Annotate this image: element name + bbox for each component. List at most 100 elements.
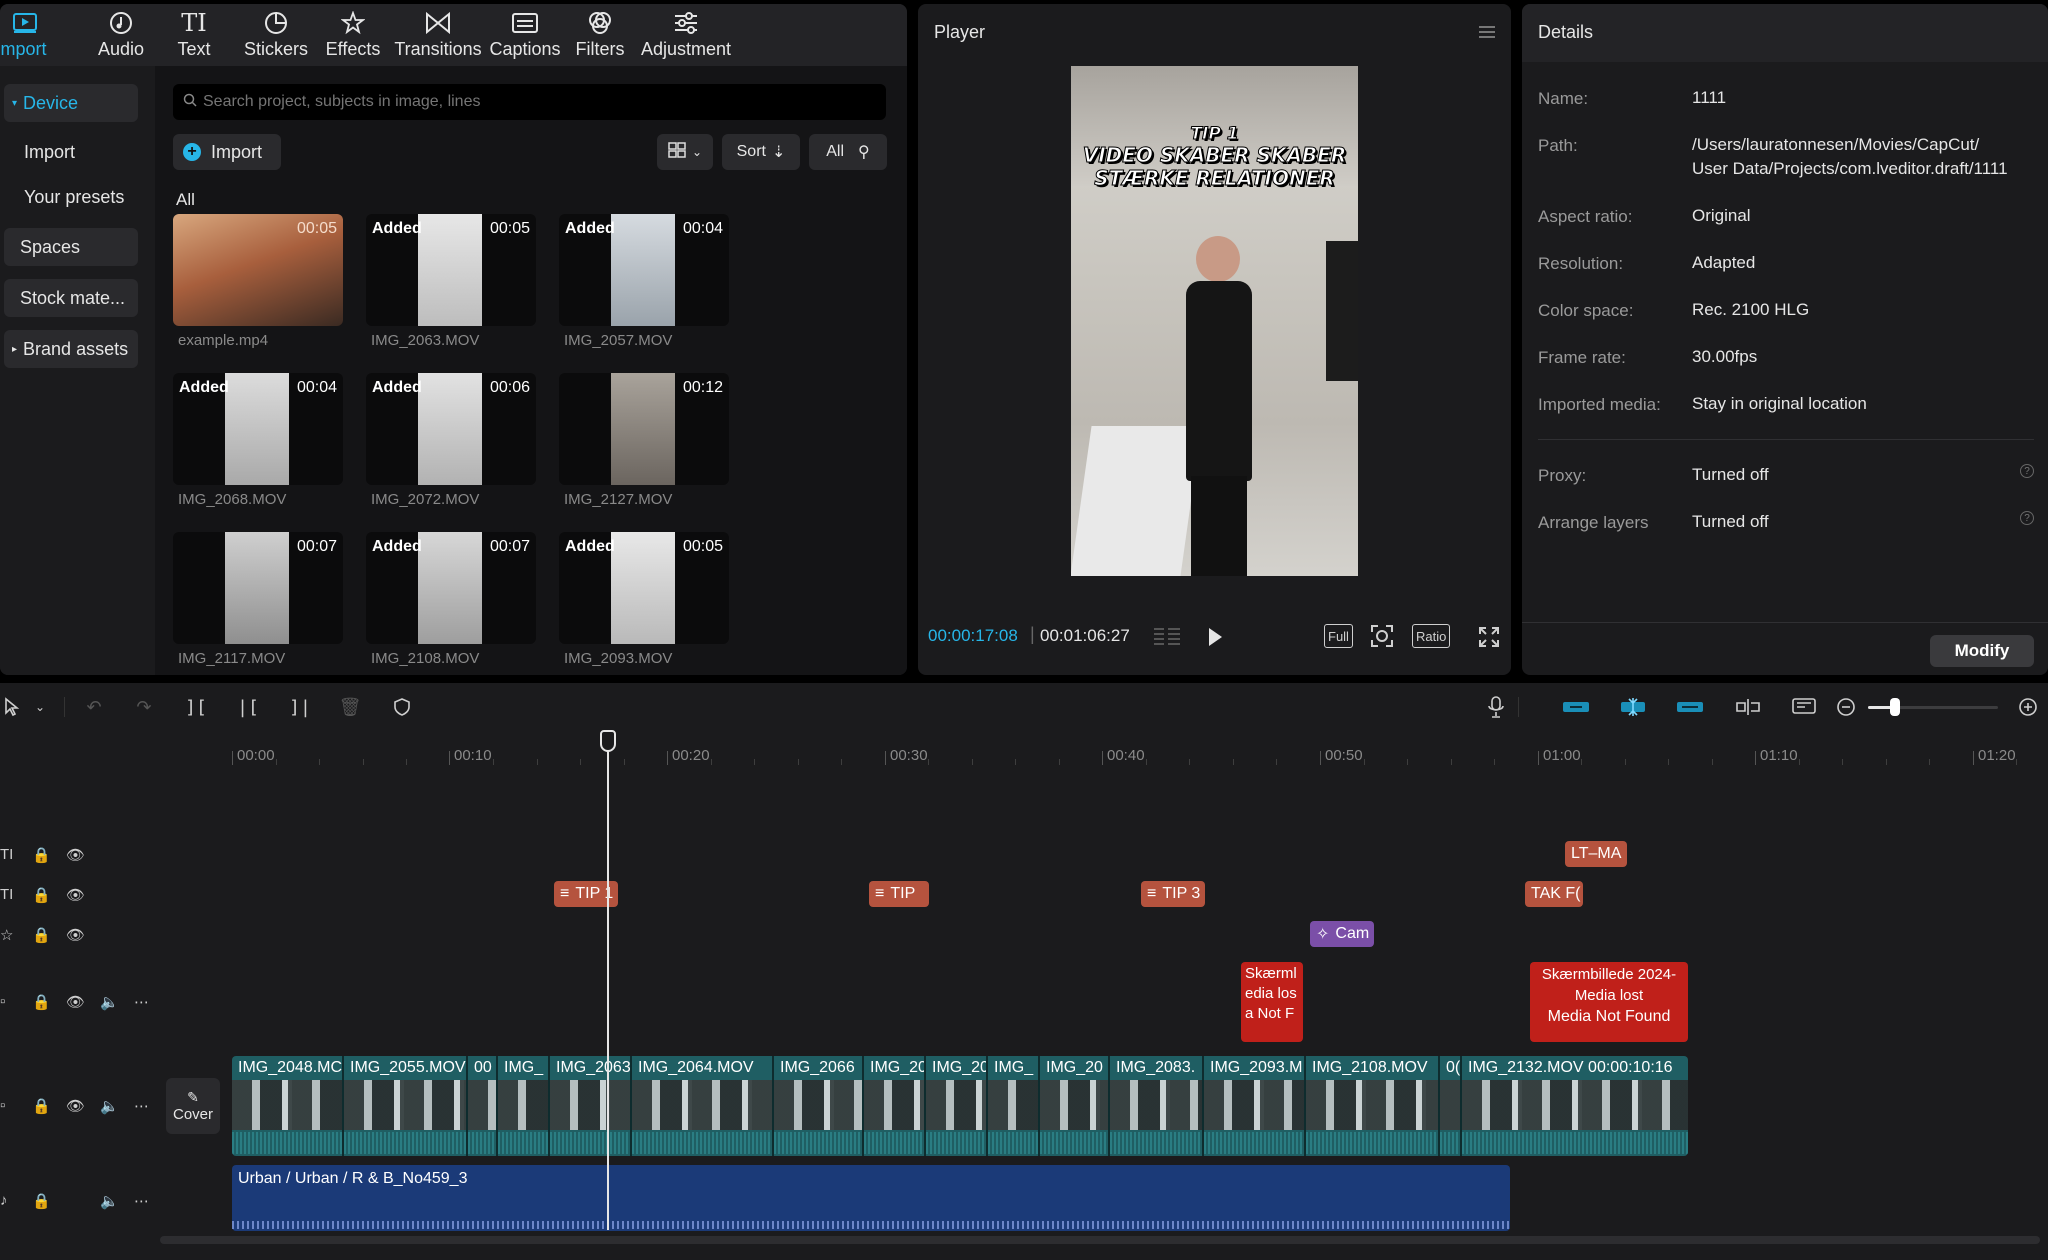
- volume-icon[interactable]: 🔈: [100, 1097, 119, 1115]
- text-clip[interactable]: TAK F(: [1525, 881, 1583, 907]
- video-clip[interactable]: IMG_2063: [550, 1056, 632, 1156]
- missing-media-clip[interactable]: Skærml edia los a Not F: [1241, 962, 1303, 1042]
- ratio-button[interactable]: Ratio: [1412, 624, 1451, 648]
- fullscreen-icon[interactable]: [1478, 626, 1500, 653]
- zoom-in-icon[interactable]: [2016, 695, 2040, 719]
- eye-icon[interactable]: 👁: [66, 846, 85, 864]
- microphone-icon[interactable]: [1484, 695, 1508, 719]
- time-ruler[interactable]: 00:00 00:10 00:20 00:30 00:40 00:50 01:0…: [0, 731, 2048, 771]
- eye-icon[interactable]: 👁: [66, 993, 85, 1011]
- shield-icon[interactable]: [390, 695, 414, 719]
- tab-audio[interactable]: Audio: [86, 4, 156, 66]
- media-item[interactable]: Added 00:07: [366, 532, 536, 644]
- tab-effects[interactable]: Effects: [320, 4, 386, 66]
- media-item[interactable]: 00:05: [173, 214, 343, 326]
- video-clip[interactable]: 0(: [1440, 1056, 1462, 1156]
- eye-icon[interactable]: 👁: [66, 886, 85, 904]
- help-icon[interactable]: ?: [2020, 464, 2034, 478]
- play-button[interactable]: [1206, 626, 1224, 653]
- video-clip[interactable]: 00: [468, 1056, 498, 1156]
- import-button[interactable]: + Import: [173, 134, 281, 170]
- video-clip[interactable]: IMG_2064.MOV: [632, 1056, 774, 1156]
- text-clip[interactable]: ≡ TIP 3: [1141, 881, 1205, 907]
- missing-media-clip[interactable]: Skærmbillede 2024- Media lost Media Not …: [1530, 962, 1688, 1042]
- link-main-track-icon[interactable]: [1562, 695, 1590, 719]
- view-mode-button[interactable]: ⌄: [657, 134, 713, 170]
- video-clip[interactable]: IMG_: [988, 1056, 1040, 1156]
- magnet-icon[interactable]: [1619, 695, 1647, 719]
- split-icon[interactable]: ][: [184, 695, 208, 719]
- tab-import[interactable]: Import: [0, 4, 50, 66]
- playhead[interactable]: [607, 733, 609, 1230]
- media-item[interactable]: 00:12: [559, 373, 729, 485]
- text-clip[interactable]: ≡ TIP: [869, 881, 929, 907]
- help-icon[interactable]: ?: [2020, 511, 2034, 525]
- media-item[interactable]: Added 00:04: [559, 214, 729, 326]
- video-clip[interactable]: IMG_20: [926, 1056, 988, 1156]
- media-item[interactable]: Added 00:04: [173, 373, 343, 485]
- sidebar-item-brand-assets[interactable]: ▸ Brand assets: [4, 330, 138, 368]
- video-clip[interactable]: IMG_20: [1040, 1056, 1110, 1156]
- audio-clip[interactable]: Urban / Urban / R & B_No459_3: [232, 1165, 1510, 1231]
- text-clip[interactable]: LT–MA: [1565, 841, 1627, 867]
- tab-adjustment[interactable]: Adjustment: [640, 4, 732, 66]
- media-item[interactable]: Added 00:05: [366, 214, 536, 326]
- eye-icon[interactable]: 👁: [66, 926, 85, 944]
- more-icon[interactable]: ⋯: [134, 993, 149, 1011]
- eye-icon[interactable]: 👁: [66, 1097, 85, 1115]
- media-item[interactable]: 00:07: [173, 532, 343, 644]
- redo-icon[interactable]: ↷: [132, 695, 156, 719]
- video-clip[interactable]: IMG_: [498, 1056, 550, 1156]
- volume-icon[interactable]: 🔈: [100, 993, 119, 1011]
- video-clip[interactable]: IMG_20: [864, 1056, 926, 1156]
- search-input[interactable]: [203, 93, 853, 111]
- tab-captions[interactable]: Captions: [486, 4, 564, 66]
- lock-icon[interactable]: 🔒: [32, 1192, 51, 1210]
- video-clip[interactable]: IMG_2055.MOV: [344, 1056, 468, 1156]
- media-item[interactable]: Added 00:06: [366, 373, 536, 485]
- full-quality-button[interactable]: Full: [1324, 624, 1353, 648]
- menu-icon[interactable]: [1477, 24, 1497, 45]
- more-icon[interactable]: ⋯: [134, 1097, 149, 1115]
- effect-clip[interactable]: ✧ Cam: [1310, 921, 1374, 947]
- video-clip[interactable]: IMG_2048.MC: [232, 1056, 344, 1156]
- delete-icon[interactable]: 🗑: [338, 695, 362, 719]
- split-left-icon[interactable]: |[: [236, 695, 260, 719]
- modify-button[interactable]: Modify: [1930, 635, 2034, 667]
- zoom-slider-handle[interactable]: [1890, 698, 1900, 716]
- playhead-handle[interactable]: [600, 730, 616, 752]
- tab-filters[interactable]: Filters: [570, 4, 630, 66]
- sidebar-item-stock[interactable]: Stock mate...: [4, 279, 138, 317]
- video-clip[interactable]: IMG_2132.MOV 00:00:10:16: [1462, 1056, 1688, 1156]
- sidebar-item-spaces[interactable]: Spaces: [4, 228, 138, 266]
- sort-button[interactable]: Sort ⇣: [722, 134, 800, 170]
- zoom-out-icon[interactable]: [1834, 695, 1858, 719]
- select-tool-icon[interactable]: [0, 695, 24, 719]
- align-icon[interactable]: [1734, 695, 1762, 719]
- video-clip[interactable]: IMG_2083.: [1110, 1056, 1204, 1156]
- volume-icon[interactable]: 🔈: [100, 1192, 119, 1210]
- linkage-icon[interactable]: [1676, 695, 1704, 719]
- tab-stickers[interactable]: Stickers: [240, 4, 312, 66]
- sidebar-item-import[interactable]: Import: [4, 133, 138, 171]
- tab-transitions[interactable]: Transitions: [392, 4, 484, 66]
- timeline-scrollbar[interactable]: [160, 1236, 2040, 1244]
- filter-button[interactable]: All ⚲: [809, 134, 887, 170]
- sidebar-item-device[interactable]: ▾ Device: [4, 84, 138, 122]
- undo-icon[interactable]: ↶: [82, 695, 106, 719]
- lock-icon[interactable]: 🔒: [32, 993, 51, 1011]
- preview-axis-icon[interactable]: [1790, 695, 1818, 719]
- video-preview[interactable]: TIP 1 VIDEO SKABER SKABER STÆRKE RELATIO…: [1071, 66, 1358, 576]
- lock-icon[interactable]: 🔒: [32, 1097, 51, 1115]
- more-icon[interactable]: ⋯: [134, 1192, 149, 1210]
- media-item[interactable]: Added 00:05: [559, 532, 729, 644]
- focus-icon[interactable]: [1370, 624, 1394, 653]
- split-right-icon[interactable]: ]|: [288, 695, 312, 719]
- chevron-down-icon[interactable]: ⌄: [28, 695, 52, 719]
- lock-icon[interactable]: 🔒: [32, 886, 51, 904]
- video-clip[interactable]: IMG_2093.M: [1204, 1056, 1306, 1156]
- sidebar-item-presets[interactable]: Your presets: [4, 178, 138, 216]
- lock-icon[interactable]: 🔒: [32, 926, 51, 944]
- search-box[interactable]: [173, 84, 886, 120]
- timeline-view-icon[interactable]: [1152, 626, 1182, 653]
